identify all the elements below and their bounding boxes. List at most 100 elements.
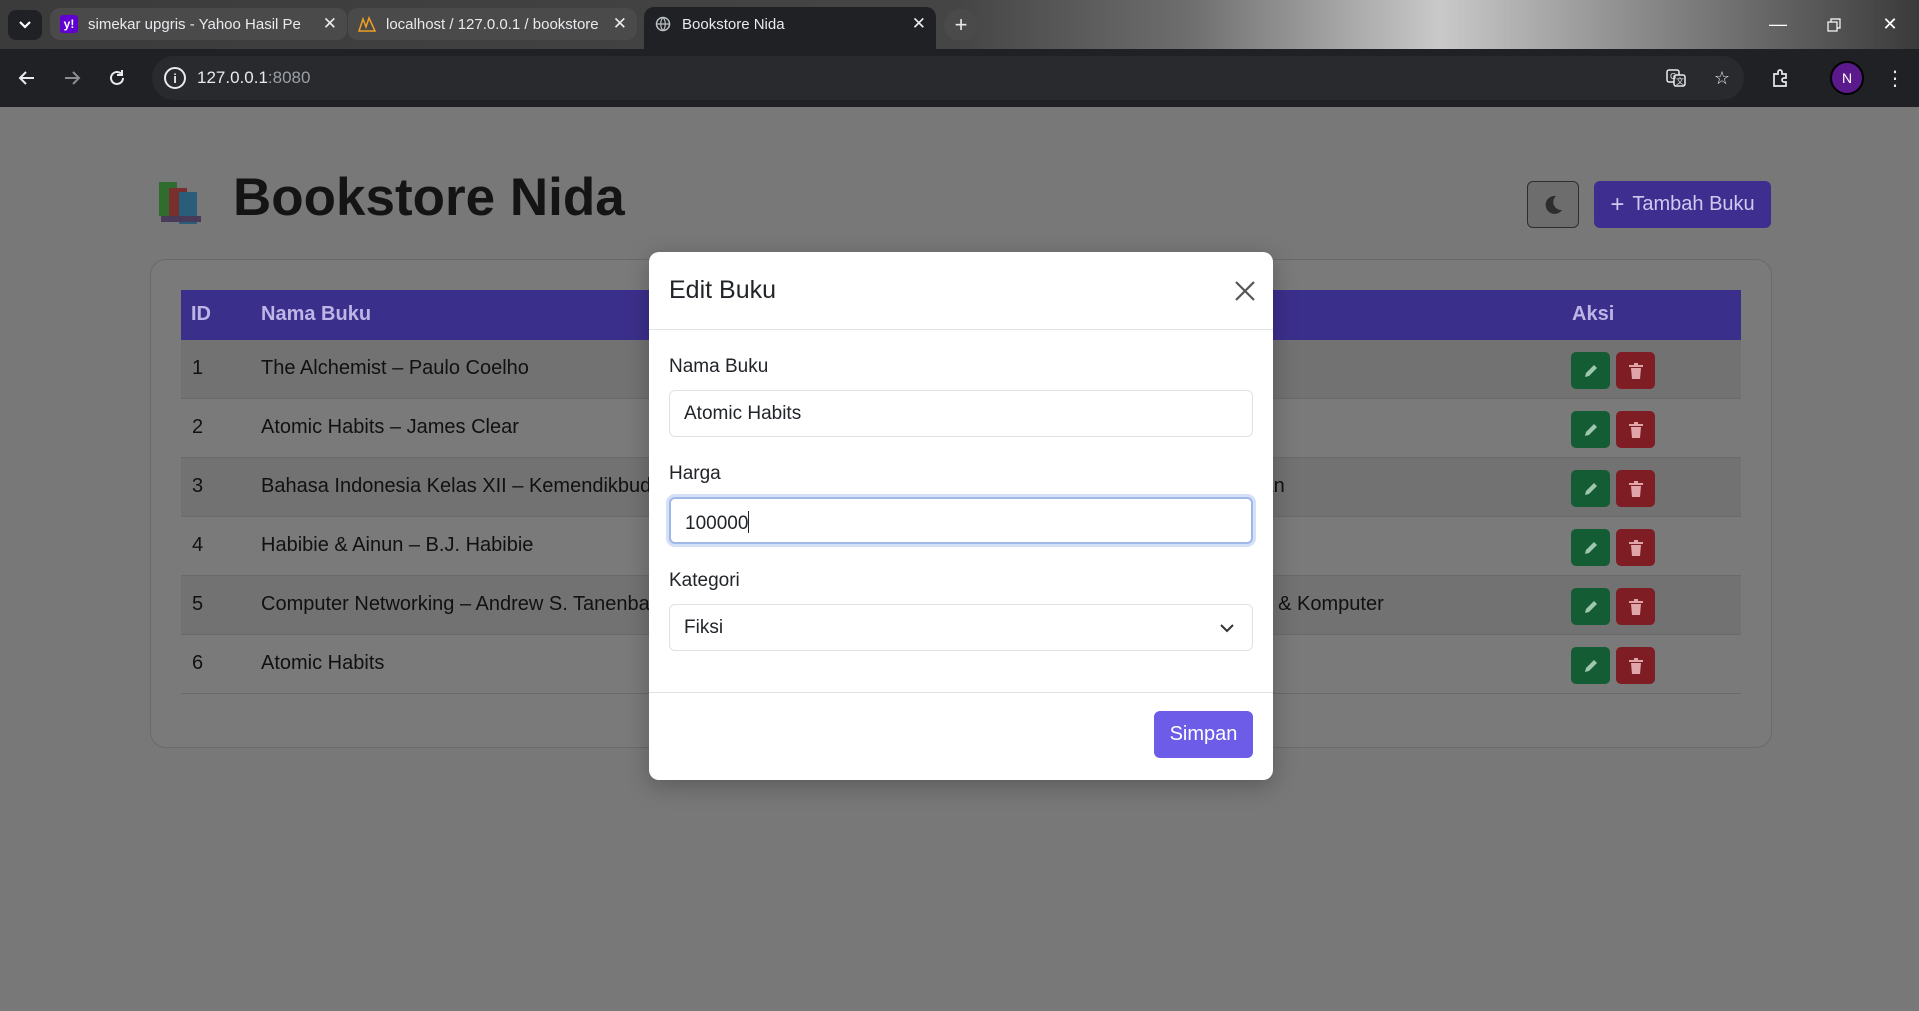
tab-yahoo[interactable]: y! simekar upgris - Yahoo Hasil Pe ✕ [50, 8, 347, 40]
price-label: Harga [669, 463, 721, 484]
delete-button[interactable] [1616, 647, 1655, 684]
browser-menu-icon[interactable]: ⋮ [1878, 61, 1912, 95]
modal-title: Edit Buku [669, 276, 777, 304]
trash-icon [1628, 598, 1643, 615]
pencil-icon [1584, 482, 1597, 495]
delete-button[interactable] [1616, 529, 1655, 566]
minimize-button[interactable]: — [1750, 0, 1806, 49]
browser-toolbar: i 127.0.0.1:8080 G文 ☆ N ⋮ [0, 49, 1919, 107]
minimize-icon: — [1769, 14, 1787, 34]
arrow-right-icon [65, 71, 81, 85]
restore-button[interactable] [1806, 0, 1862, 49]
page-content: Bookstore Nida + Tambah Buku ID Nama Buk… [0, 107, 1919, 1011]
browser-tab-strip: y! simekar upgris - Yahoo Hasil Pe ✕ loc… [0, 0, 1919, 49]
category-label: Kategori [669, 570, 740, 591]
trash-icon [1628, 657, 1643, 674]
pencil-icon [1584, 541, 1597, 554]
row-id: 5 [192, 593, 204, 615]
row-id: 6 [192, 652, 204, 674]
arrow-left-icon [18, 71, 34, 85]
trash-icon [1628, 539, 1643, 556]
edit-book-modal: Edit Buku Nama Buku Atomic Habits Harga … [649, 252, 1273, 780]
row-name: The Alchemist – Paulo Coelho [261, 357, 529, 379]
url-host: 127.0.0.1 [197, 68, 268, 87]
edit-button[interactable] [1571, 411, 1610, 448]
url-port: :8080 [267, 68, 311, 87]
yahoo-icon: y! [60, 15, 78, 33]
delete-button[interactable] [1616, 588, 1655, 625]
phpmyadmin-icon [358, 15, 376, 33]
plus-icon: + [954, 12, 968, 37]
site-info-icon[interactable]: i [164, 67, 186, 89]
book-name-input[interactable]: Atomic Habits [669, 390, 1253, 437]
address-bar[interactable]: i 127.0.0.1:8080 G文 ☆ [152, 56, 1744, 100]
tab-close-icon[interactable]: ✕ [613, 14, 627, 34]
row-id: 1 [192, 357, 204, 379]
edit-button[interactable] [1571, 529, 1610, 566]
tab-title: Bookstore Nida [682, 15, 785, 33]
translate-icon[interactable]: G文 [1664, 66, 1688, 90]
row-name: Atomic Habits [261, 652, 385, 674]
trash-icon [1628, 421, 1643, 438]
tab-phpmyadmin[interactable]: localhost / 127.0.0.1 / bookstore ✕ [348, 8, 637, 40]
bookmark-star-icon[interactable]: ☆ [1710, 66, 1734, 90]
page-title: Bookstore Nida [233, 168, 625, 227]
back-button[interactable] [10, 61, 44, 95]
add-book-label: Tambah Buku [1632, 193, 1755, 215]
tab-close-icon[interactable]: ✕ [912, 14, 926, 34]
pencil-icon [1584, 659, 1597, 672]
books-icon [159, 182, 201, 224]
row-name: Computer Networking – Andrew S. Tanenbau [261, 593, 661, 615]
window-close-button[interactable]: ✕ [1862, 0, 1918, 49]
svg-text:文: 文 [1676, 76, 1684, 86]
header-name: Nama Buku [261, 303, 372, 325]
profile-avatar[interactable]: N [1830, 61, 1864, 95]
edit-button[interactable] [1571, 647, 1610, 684]
add-book-button[interactable]: + Tambah Buku [1594, 181, 1771, 228]
tab-close-icon[interactable]: ✕ [323, 14, 337, 34]
chevron-down-icon [19, 21, 31, 29]
delete-button[interactable] [1616, 352, 1655, 389]
trash-icon [1628, 480, 1643, 497]
edit-button[interactable] [1571, 588, 1610, 625]
edit-button[interactable] [1571, 352, 1610, 389]
save-button[interactable]: Simpan [1154, 711, 1253, 758]
row-name: Bahasa Indonesia Kelas XII – Kemendikbud [261, 475, 652, 497]
extensions-icon[interactable] [1764, 61, 1798, 95]
price-input[interactable]: 100000 [669, 497, 1253, 544]
pencil-icon [1584, 423, 1597, 436]
row-id: 4 [192, 534, 204, 556]
close-icon[interactable] [1230, 276, 1260, 306]
moon-icon [1545, 195, 1562, 214]
pencil-icon [1584, 364, 1597, 377]
dark-mode-toggle-button[interactable] [1527, 181, 1579, 228]
delete-button[interactable] [1616, 411, 1655, 448]
forward-button[interactable] [55, 61, 89, 95]
delete-button[interactable] [1616, 470, 1655, 507]
tab-search-button[interactable] [8, 10, 42, 40]
category-value: Fiksi [684, 617, 724, 638]
category-select[interactable]: Fiksi [669, 604, 1253, 651]
trash-icon [1628, 362, 1643, 379]
tab-title: simekar upgris - Yahoo Hasil Pe [88, 15, 301, 33]
pencil-icon [1584, 600, 1597, 613]
row-id: 3 [192, 475, 204, 497]
header-id: ID [191, 303, 211, 325]
modal-footer: Simpan [649, 692, 1273, 780]
url-text[interactable]: 127.0.0.1:8080 [197, 68, 310, 88]
reload-button[interactable] [100, 61, 134, 95]
reload-icon [110, 70, 124, 85]
book-name-value: Atomic Habits [684, 403, 802, 424]
price-value: 100000 [685, 513, 749, 534]
edit-button[interactable] [1571, 470, 1610, 507]
new-tab-button[interactable]: + [944, 9, 978, 41]
tab-bookstore[interactable]: Bookstore Nida ✕ [644, 7, 936, 49]
book-name-label: Nama Buku [669, 356, 769, 377]
close-icon: ✕ [1882, 14, 1898, 34]
row-name: Atomic Habits – James Clear [261, 416, 519, 438]
row-id: 2 [192, 416, 204, 438]
header-actions: Aksi [1572, 303, 1615, 325]
tab-title: localhost / 127.0.0.1 / bookstore [386, 15, 599, 33]
chevron-down-icon [1220, 624, 1234, 633]
plus-icon: + [1610, 190, 1625, 218]
